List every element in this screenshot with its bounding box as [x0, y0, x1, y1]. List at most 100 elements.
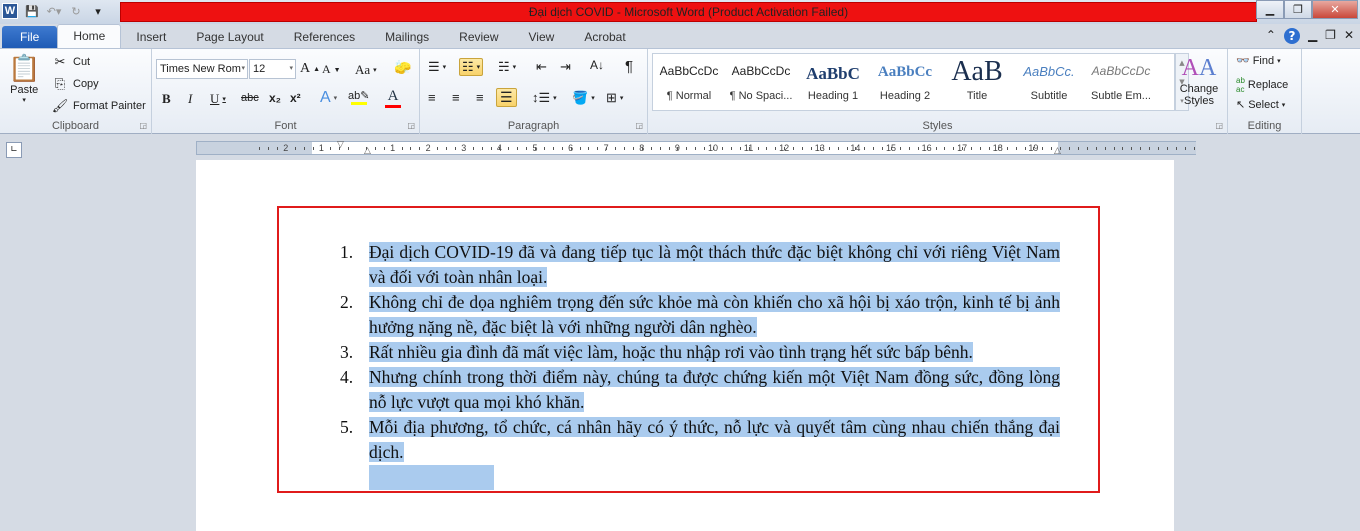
undo-icon[interactable]: ↶▾: [46, 3, 62, 19]
tab-mailings[interactable]: Mailings: [370, 26, 444, 48]
list-item[interactable]: 4. Nhưng chính trong thời điểm này, chúng…: [340, 365, 1060, 415]
style-title[interactable]: AaB Title: [941, 54, 1013, 110]
highlight-color-button[interactable]: ab✎: [348, 89, 369, 105]
tab-selector-button[interactable]: ∟: [6, 142, 22, 158]
list-item[interactable]: 2. Không chỉ đe dọa nghiêm trọng đến sức …: [340, 290, 1060, 340]
help-icon[interactable]: ?: [1283, 28, 1300, 44]
bullets-button[interactable]: ☰ ▾: [428, 59, 446, 75]
style-subtitle[interactable]: AaBbCc. Subtitle: [1013, 54, 1085, 110]
superscript-button[interactable]: x²: [290, 91, 301, 105]
paragraph-launcher-icon[interactable]: ◲: [635, 121, 643, 130]
minimize-ribbon-icon[interactable]: ⌃: [1266, 28, 1276, 44]
font-name-combo[interactable]: Times New Rom ▾: [156, 59, 248, 79]
multilevel-list-button[interactable]: ☵ ▾: [498, 59, 516, 75]
doc-restore-icon[interactable]: ❐: [1325, 28, 1336, 44]
shading-button[interactable]: 🪣 ▾: [572, 90, 595, 106]
tab-file[interactable]: File: [2, 26, 58, 48]
borders-button[interactable]: ⊞ ▾: [606, 90, 623, 106]
tab-acrobat[interactable]: Acrobat: [569, 26, 640, 48]
find-button[interactable]: 👓 Find ▾: [1236, 54, 1281, 68]
tab-references[interactable]: References: [279, 26, 370, 48]
clear-formatting-icon[interactable]: 🧽: [394, 59, 411, 76]
list-item[interactable]: 5. Mỗi địa phương, tổ chức, cá nhân hãy c…: [340, 415, 1060, 465]
restore-button[interactable]: ❐: [1284, 0, 1312, 19]
format-painter-button[interactable]: 🖌 Format Painter: [50, 98, 146, 114]
customize-qat-icon[interactable]: ▾: [90, 3, 106, 19]
list-item-text[interactable]: Không chỉ đe dọa nghiêm trọng đến sức kh…: [369, 292, 1060, 337]
font-group-label: Font: [274, 120, 297, 132]
underline-button[interactable]: U ▾: [210, 91, 226, 107]
replace-button[interactable]: ab ac Replace: [1236, 76, 1288, 94]
subscript-button[interactable]: x₂: [269, 91, 281, 105]
doc-minimize-icon[interactable]: ▁: [1308, 28, 1317, 44]
style-no-spacing[interactable]: AaBbCcDc ¶ No Spaci...: [725, 54, 797, 110]
ruler-tick: [1042, 147, 1044, 150]
copy-label: Copy: [73, 78, 99, 90]
strikethrough-button[interactable]: abc: [241, 92, 259, 104]
clipboard-launcher-icon[interactable]: ◲: [139, 121, 147, 130]
doc-close-icon[interactable]: ✕: [1344, 28, 1354, 44]
decrease-indent-button[interactable]: ⇤: [536, 59, 547, 75]
ruler-tick: [268, 147, 269, 150]
style-normal[interactable]: AaBbCcDc ¶ Normal: [653, 54, 725, 110]
highlight-color-swatch: [350, 102, 367, 105]
increase-indent-button[interactable]: ⇥: [560, 59, 571, 75]
ruler-tick: [864, 147, 866, 150]
list-item-text[interactable]: Mỗi địa phương, tổ chức, cá nhân hãy có …: [369, 417, 1060, 462]
font-launcher-icon[interactable]: ◲: [407, 121, 415, 130]
list-item-text[interactable]: Rất nhiều gia đình đã mất việc làm, hoặc…: [369, 342, 973, 362]
change-case-button[interactable]: Aa ▾: [355, 62, 377, 78]
ruler-tick: [1095, 147, 1097, 150]
find-label: Find: [1252, 54, 1275, 67]
tab-home[interactable]: Home: [57, 24, 122, 48]
ruler-tick: [1069, 147, 1070, 150]
close-button[interactable]: ✕: [1312, 0, 1358, 19]
tab-page-layout[interactable]: Page Layout: [181, 26, 278, 48]
ruler-tick: [1131, 147, 1133, 150]
show-formatting-button[interactable]: ¶: [625, 58, 633, 75]
list-item-text[interactable]: Nhưng chính trong thời điểm này, chúng t…: [369, 367, 1060, 412]
first-line-indent-marker[interactable]: ▽: [337, 140, 344, 150]
font-group: Times New Rom ▾ 12 ▾ A ▲ A ▼ Aa ▾ 🧽 B I U ▾ ab…: [152, 49, 420, 134]
list-item[interactable]: 1. Đại dịch COVID-19 đã và đang tiếp tục …: [340, 240, 1060, 290]
select-button[interactable]: ↖ Select ▾: [1236, 98, 1285, 112]
grow-font-button[interactable]: A ▲: [300, 61, 320, 77]
tab-review[interactable]: Review: [444, 26, 513, 48]
align-center-button[interactable]: ≡: [452, 90, 460, 105]
numbered-list[interactable]: 1. Đại dịch COVID-19 đã và đang tiếp tục …: [340, 240, 1060, 490]
list-item-text[interactable]: Đại dịch COVID-19 đã và đang tiếp tục là…: [369, 242, 1060, 287]
shrink-font-button[interactable]: A ▼: [322, 62, 341, 77]
right-indent-marker[interactable]: △: [1054, 146, 1061, 156]
font-color-button[interactable]: A: [385, 88, 401, 108]
horizontal-ruler[interactable]: 2112345678910111213141516171819▽△△: [196, 140, 1196, 156]
italic-button[interactable]: I: [188, 91, 192, 107]
tab-insert[interactable]: Insert: [121, 26, 181, 48]
document-page[interactable]: 1. Đại dịch COVID-19 đã và đang tiếp tục …: [196, 160, 1174, 531]
style-subtle-emphasis[interactable]: AaBbCcDc Subtle Em...: [1085, 54, 1157, 110]
redo-icon[interactable]: ↻: [68, 3, 84, 19]
cut-button[interactable]: ✂ Cut: [50, 54, 91, 70]
ruler-tick: [1149, 147, 1151, 150]
align-left-button[interactable]: ≡: [428, 90, 436, 105]
sort-button[interactable]: A↓: [590, 58, 604, 72]
minimize-button[interactable]: ▁: [1256, 0, 1284, 19]
justify-button[interactable]: ☰: [496, 88, 517, 107]
bold-button[interactable]: B: [162, 91, 171, 107]
style-heading-1[interactable]: AaBbC Heading 1: [797, 54, 869, 110]
ruler-tick: [1166, 147, 1168, 150]
change-styles-button[interactable]: AA Change Styles: [1174, 53, 1224, 107]
style-heading-2[interactable]: AaBbCc Heading 2: [869, 54, 941, 110]
selected-empty-paragraph[interactable]: [369, 465, 494, 490]
hanging-indent-marker[interactable]: △: [364, 146, 371, 156]
list-item[interactable]: 3. Rất nhiều gia đình đã mất việc làm, ho…: [340, 340, 1060, 365]
font-size-combo[interactable]: 12 ▾: [249, 59, 296, 79]
save-icon[interactable]: 💾: [24, 3, 40, 19]
text-effects-button[interactable]: A ▾: [320, 89, 337, 107]
copy-button[interactable]: ⎘ Copy: [50, 76, 99, 92]
numbering-button[interactable]: ☷ ▾: [459, 58, 484, 76]
tab-view[interactable]: View: [514, 26, 570, 48]
styles-launcher-icon[interactable]: ◲: [1215, 121, 1223, 130]
paste-button[interactable]: 📋 Paste ▾: [8, 53, 40, 104]
line-spacing-button[interactable]: ↕☰ ▾: [532, 90, 557, 106]
align-right-button[interactable]: ≡: [476, 90, 484, 105]
